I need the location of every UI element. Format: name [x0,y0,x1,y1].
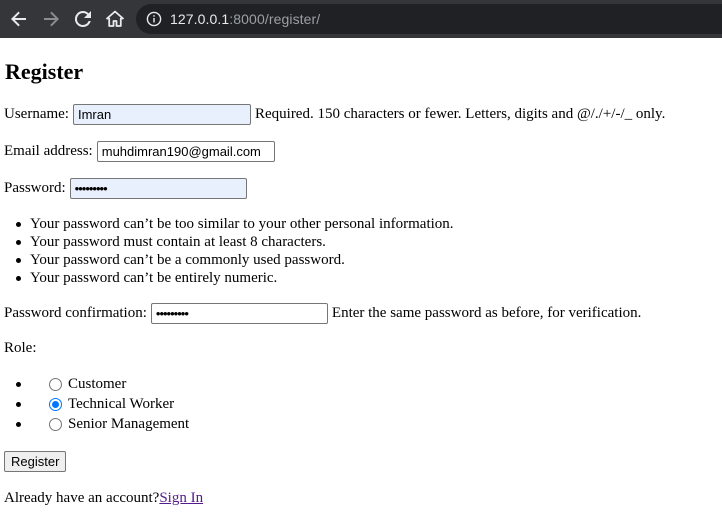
password-confirmation-input[interactable]: ••••••••• [150,303,328,324]
role-row: Role: [4,340,37,357]
role-radio-customer[interactable] [49,377,62,391]
reload-icon[interactable] [72,8,94,30]
page-title: Register [5,59,84,84]
role-option-technical-worker[interactable]: Technical Worker [15,394,189,414]
back-arrow-icon[interactable] [8,8,30,30]
password-input[interactable]: ••••••••• [69,178,247,199]
home-icon[interactable] [104,8,126,30]
role-radio-technical-worker[interactable] [49,397,62,411]
address-bar[interactable]: 127.0.0.1:8000/register/ [136,4,722,34]
forward-arrow-icon[interactable] [40,8,62,30]
info-icon[interactable] [146,11,162,27]
password-confirmation-label: Password confirmation: [4,305,147,321]
email-input[interactable]: muhdimran190@gmail.com [96,141,275,162]
password-rule: Your password must contain at least 8 ch… [16,233,454,251]
role-option-label: Senior Management [68,415,190,432]
already-account-text: Already have an account? [4,490,160,506]
role-options-list: Customer Technical Worker Senior Managem… [15,374,190,434]
role-label: Role: [4,340,37,356]
password-row: Password: ••••••••• [4,178,251,199]
role-option-label: Customer [68,375,127,392]
role-option-label: Technical Worker [68,395,175,412]
username-label: Username: [4,106,69,122]
password-rule: Your password can’t be entirely numeric. [16,269,454,287]
register-button[interactable]: Register [4,451,67,472]
password-rule: Your password can’t be too similar to yo… [16,216,454,232]
username-row: Username: Imran Required. 150 characters… [4,104,665,125]
password-confirmation-helptext: Enter the same password as before, for v… [331,305,642,321]
browser-toolbar: 127.0.0.1:8000/register/ [0,0,722,38]
password-rules-list: Your password can’t be too similar to yo… [16,215,454,287]
role-option-customer[interactable]: Customer [15,374,189,394]
role-radio-senior-management[interactable] [49,417,62,431]
password-rule: Your password can’t be a commonly used p… [16,251,454,269]
role-option-senior-management[interactable]: Senior Management [15,414,190,434]
signin-prompt: Already have an account?Sign In [4,490,203,507]
email-label: Email address: [4,143,93,159]
url-text: 127.0.0.1:8000/register/ [170,11,321,27]
username-helptext: Required. 150 characters or fewer. Lette… [254,106,666,122]
password-confirmation-row: Password confirmation: ••••••••• Enter t… [4,303,641,324]
password-label: Password: [4,180,66,196]
email-row: Email address: muhdimran190@gmail.com [4,141,279,162]
username-input[interactable]: Imran [72,104,251,125]
signin-link[interactable]: Sign In [159,490,203,506]
